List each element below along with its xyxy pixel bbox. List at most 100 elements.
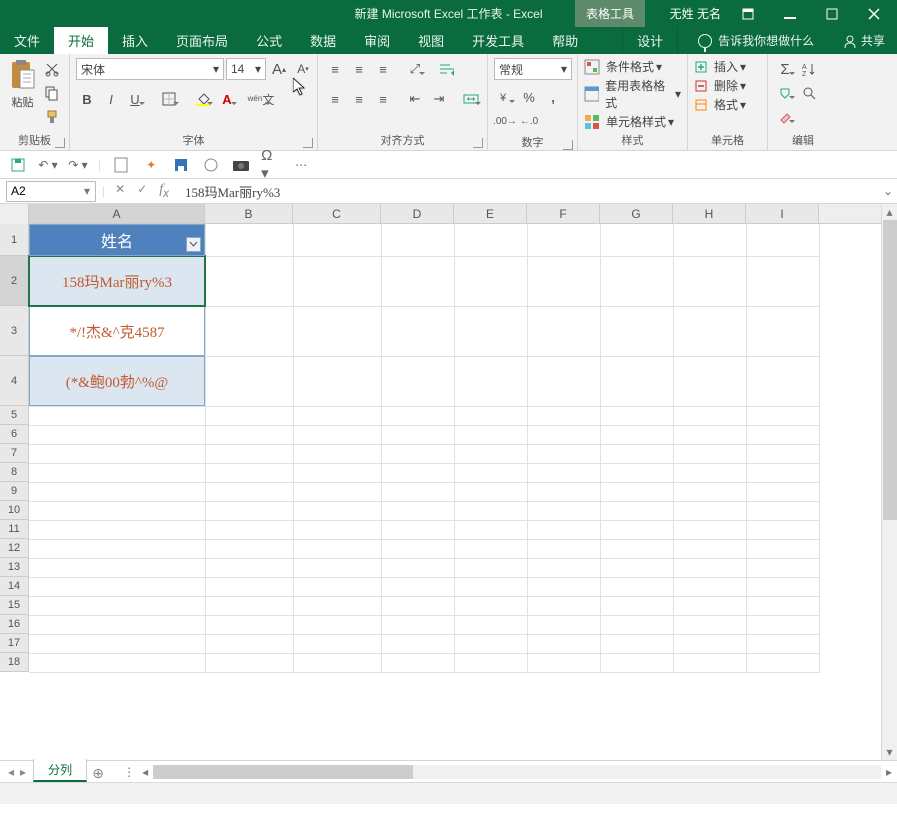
qat-redo-button[interactable]: ↷ ▾ <box>68 155 88 175</box>
vscroll-thumb[interactable] <box>883 220 897 520</box>
phonetic-guide-button[interactable]: wén文 <box>250 88 272 110</box>
share-button[interactable]: 共享 <box>831 27 897 54</box>
tab-help[interactable]: 帮助 <box>538 27 592 54</box>
conditional-format-button[interactable]: 条件格式 ▾ <box>584 58 662 75</box>
row-header-11[interactable]: 11 <box>0 520 29 539</box>
format-cells-button[interactable]: 格式 ▾ <box>694 96 746 113</box>
align-bottom-button[interactable]: ≡ <box>372 58 394 80</box>
qat-circle-button[interactable] <box>201 155 221 175</box>
cell-A4[interactable]: (*&鲍00勃^%@ <box>29 356 205 406</box>
fill-button[interactable] <box>774 82 796 104</box>
insert-cells-button[interactable]: 插入 ▾ <box>694 58 746 75</box>
horizontal-scrollbar[interactable]: ⋮ ◂ ▸ <box>121 765 897 779</box>
wrap-text-button[interactable] <box>436 58 458 80</box>
increase-indent-button[interactable]: ⇥ <box>428 88 450 110</box>
cell-A3[interactable]: */!杰&^克4587 <box>29 306 205 356</box>
tab-developer[interactable]: 开发工具 <box>458 27 538 54</box>
vertical-scrollbar[interactable]: ▴ ▾ <box>881 204 897 760</box>
row-header-5[interactable]: 5 <box>0 406 29 425</box>
font-color-button[interactable]: A <box>216 88 238 110</box>
tab-home[interactable]: 开始 <box>54 27 108 54</box>
row-header-7[interactable]: 7 <box>0 444 29 463</box>
qat-save2-button[interactable] <box>171 155 191 175</box>
qat-new-button[interactable] <box>111 155 131 175</box>
tab-page-layout[interactable]: 页面布局 <box>162 27 242 54</box>
fill-color-button[interactable] <box>192 88 214 110</box>
row-header-16[interactable]: 16 <box>0 615 29 634</box>
align-right-button[interactable]: ≡ <box>372 88 394 110</box>
tab-file[interactable]: 文件 <box>0 27 54 54</box>
hscroll-thumb[interactable] <box>153 765 413 779</box>
insert-function-button[interactable]: fx <box>159 182 169 200</box>
close-icon[interactable] <box>859 0 889 27</box>
number-launcher[interactable] <box>563 140 573 150</box>
select-all-corner[interactable] <box>0 204 29 224</box>
sheet-nav-next[interactable]: ▸ <box>20 765 26 779</box>
enter-formula-button[interactable]: ✓ <box>137 182 147 200</box>
paste-button[interactable]: 粘贴 <box>6 58 39 110</box>
align-center-button[interactable]: ≡ <box>348 88 370 110</box>
autosum-button[interactable]: Σ <box>774 58 796 80</box>
col-header-E[interactable]: E <box>454 204 527 223</box>
orientation-button[interactable]: ⤢ <box>404 58 426 80</box>
row-header-8[interactable]: 8 <box>0 463 29 482</box>
font-name-combo[interactable]: 宋体▾ <box>76 58 224 80</box>
hscroll-left[interactable]: ◂ <box>137 765 153 779</box>
col-header-H[interactable]: H <box>673 204 746 223</box>
cut-button[interactable] <box>41 58 63 80</box>
align-top-button[interactable]: ≡ <box>324 58 346 80</box>
hscroll-right[interactable]: ▸ <box>881 765 897 779</box>
tab-formulas[interactable]: 公式 <box>242 27 296 54</box>
tab-insert[interactable]: 插入 <box>108 27 162 54</box>
merge-cells-button[interactable] <box>460 88 482 110</box>
name-box[interactable]: ▾ <box>6 181 96 202</box>
expand-formula-bar[interactable]: ⌄ <box>879 184 897 198</box>
row-header-6[interactable]: 6 <box>0 425 29 444</box>
cell-styles-button[interactable]: 单元格样式 ▾ <box>584 113 674 130</box>
font-launcher[interactable] <box>303 138 313 148</box>
copy-button[interactable] <box>41 82 63 104</box>
tab-review[interactable]: 审阅 <box>350 27 404 54</box>
add-sheet-button[interactable]: ⊕ <box>87 765 109 782</box>
row-header-15[interactable]: 15 <box>0 596 29 615</box>
increase-font-button[interactable]: A▴ <box>268 58 290 80</box>
row-header-18[interactable]: 18 <box>0 653 29 672</box>
row-header-10[interactable]: 10 <box>0 501 29 520</box>
name-box-input[interactable] <box>7 184 77 198</box>
number-format-combo[interactable]: 常规▾ <box>494 58 572 80</box>
table-format-button[interactable]: 套用表格格式 ▾ <box>584 77 681 111</box>
clipboard-launcher[interactable] <box>55 138 65 148</box>
row-header-2[interactable]: 2 <box>0 256 29 306</box>
user-name[interactable]: 无姓 无名 <box>670 5 721 22</box>
comma-style-button[interactable]: , <box>542 86 564 108</box>
accounting-format-button[interactable]: ¥ <box>494 86 516 108</box>
col-header-F[interactable]: F <box>527 204 600 223</box>
cell-A1[interactable]: 姓名 <box>29 224 205 256</box>
qat-undo-button[interactable]: ↶ ▾ <box>38 155 58 175</box>
qat-save-button[interactable] <box>8 155 28 175</box>
tab-design[interactable]: 设计 <box>622 27 678 54</box>
italic-button[interactable]: I <box>100 88 122 110</box>
cancel-formula-button[interactable]: ✕ <box>115 182 125 200</box>
formula-input[interactable]: 158玛Mar丽ry%3 <box>179 182 879 201</box>
minimize-icon[interactable] <box>775 0 805 27</box>
ribbon-display-icon[interactable] <box>733 0 763 27</box>
row-header-12[interactable]: 12 <box>0 539 29 558</box>
maximize-icon[interactable] <box>817 0 847 27</box>
col-header-G[interactable]: G <box>600 204 673 223</box>
row-header-4[interactable]: 4 <box>0 356 29 406</box>
align-left-button[interactable]: ≡ <box>324 88 346 110</box>
sheet-tab-active[interactable]: 分列 <box>33 759 87 782</box>
qat-symbol-button[interactable]: Ω ▾ <box>261 155 281 175</box>
sheet-nav-prev[interactable]: ◂ <box>8 765 14 779</box>
decrease-font-button[interactable]: A▾ <box>292 58 314 80</box>
row-header-14[interactable]: 14 <box>0 577 29 596</box>
spreadsheet-grid[interactable]: A B C D E F G H I 1 2 3 4 5 6 7 8 9 10 1… <box>0 204 881 760</box>
row-header-3[interactable]: 3 <box>0 306 29 356</box>
name-box-dropdown[interactable]: ▾ <box>79 184 95 198</box>
increase-decimal-button[interactable]: .00→ <box>494 110 516 132</box>
row-header-9[interactable]: 9 <box>0 482 29 501</box>
col-header-A[interactable]: A <box>29 204 205 223</box>
row-header-13[interactable]: 13 <box>0 558 29 577</box>
qat-refresh-button[interactable]: ✦ <box>141 155 161 175</box>
